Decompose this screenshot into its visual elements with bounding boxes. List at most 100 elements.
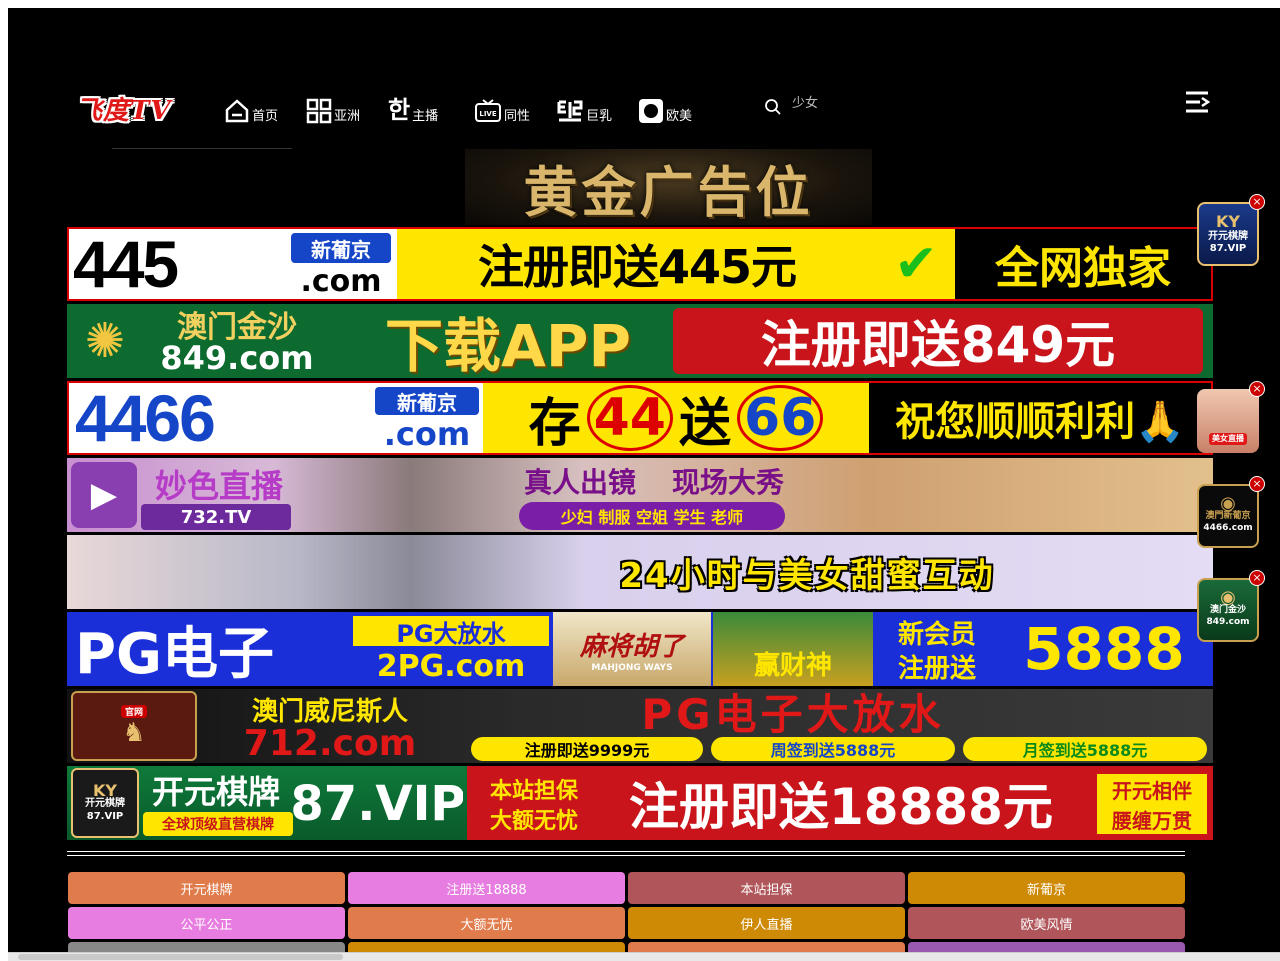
svg-text:LIVE: LIVE	[479, 110, 496, 118]
quick-link-label: 新葡京	[1026, 882, 1066, 898]
nav-item-western[interactable]: 欧美	[638, 88, 692, 124]
nav-item-big[interactable]: 巨乳	[556, 88, 612, 124]
quick-link-label: 本站担保	[740, 882, 793, 898]
nav-item-asia[interactable]: 亚洲	[306, 88, 360, 124]
hangul-icon: 한	[388, 96, 411, 124]
ad-banner-pg[interactable]: PG电子 PG大放水 2PG.com 麻将胡了 MAHJONG WAYS 赢财神…	[67, 612, 1213, 686]
ad-text: KY	[93, 780, 117, 800]
search-input[interactable]	[790, 90, 954, 116]
quick-link[interactable]: 本站担保	[628, 872, 905, 904]
mahjong-tile: 麻将胡了 MAHJONG WAYS	[553, 612, 711, 686]
ad-banner-4466[interactable]: 4466 新葡京 .com 存 44 送 66 祝您顺顺利利🙏	[67, 381, 1213, 455]
close-icon[interactable]: ×	[1249, 476, 1265, 492]
ad-text: 周签到送5888元	[711, 737, 955, 761]
search-icon[interactable]	[764, 98, 782, 116]
site-logo[interactable]: 飞度TV	[76, 90, 194, 130]
home-icon	[225, 99, 249, 123]
quick-link[interactable]: 大额无忧	[348, 907, 625, 939]
ad-text: 送	[679, 393, 732, 454]
float-ad-text: 澳門新葡京	[1205, 511, 1251, 521]
float-ad-sands[interactable]: ◉ 澳门金沙 849.com ×	[1197, 570, 1265, 642]
ad-text: 开元棋牌	[85, 797, 125, 809]
nav-item-anchor[interactable]: 한 主播	[388, 88, 438, 124]
ad-text: 妙色直播	[154, 467, 283, 504]
lion-icon: ♞	[122, 717, 146, 748]
ad-text: 全网独家	[955, 229, 1211, 299]
ad-text: 24小时与美女甜蜜互动	[619, 555, 995, 596]
float-ad-text: 4466.com	[1203, 523, 1253, 533]
float-ad-kaiyuan[interactable]: KY 开元棋牌 87.VIP ×	[1197, 194, 1265, 266]
ad-text: 月签到送5888元	[963, 737, 1207, 761]
close-icon[interactable]: ×	[1249, 381, 1265, 397]
logo-text: 飞度TV	[76, 96, 172, 126]
quick-link-label: 伊人直播	[740, 917, 793, 933]
ad-text: 开元相伴	[1097, 774, 1207, 804]
ad-text: 新会员	[897, 619, 976, 649]
gold-ad-banner[interactable]: 黄金广告位	[465, 149, 872, 225]
quick-link[interactable]: 欧美风情	[908, 907, 1185, 939]
nav-label: 首页	[252, 109, 279, 124]
ad-text: 2PG.com	[376, 648, 526, 684]
sun-icon: ✺	[84, 313, 126, 369]
ad-text: 全球顶级直营棋牌	[143, 812, 293, 836]
ad-text: 开元棋牌	[151, 773, 280, 810]
ad-text: 少妇 制服 空姐 学生 老师	[519, 502, 785, 530]
ad-text: 注册即送445元	[397, 229, 877, 299]
ad-text: 现场大秀	[671, 466, 784, 499]
float-ad-text: 849.com	[1206, 617, 1250, 627]
ad-text: 5888	[1023, 615, 1185, 683]
nav-label: 巨乳	[586, 109, 613, 124]
ad-banner-849[interactable]: ✺ 澳门金沙 849.com 下载APP 注册即送849元	[67, 304, 1213, 378]
ad-text: 存	[528, 393, 581, 454]
circle-square-icon	[639, 99, 663, 123]
ad-text: 腰缠万贯	[1097, 804, 1207, 834]
float-ad-text: 87.VIP	[1209, 243, 1247, 254]
ad-text: .com	[383, 415, 471, 453]
ad-text: 445	[73, 229, 179, 299]
nav-item-same-sex[interactable]: LIVE 同性	[474, 88, 530, 124]
ad-text: 712.com	[243, 725, 417, 761]
ad-text: PG电子	[75, 621, 275, 687]
menu-icon[interactable]	[1184, 90, 1212, 114]
float-ad-text: 开元棋牌	[1208, 231, 1248, 242]
ad-text: 澳门金沙	[177, 310, 297, 342]
live-tv-icon: LIVE	[475, 99, 501, 122]
nav-item-home[interactable]: 首页	[224, 88, 278, 124]
float-ad-lisboa[interactable]: ◉ 澳門新葡京 4466.com ×	[1197, 476, 1265, 548]
page-frame: 飞度TV 首页 亚洲 한 主播 LIVE 同性 巨乳 欧美 少女 黄金广告位 4…	[8, 8, 1280, 960]
ad-text: 赢财神	[713, 612, 873, 686]
quick-link[interactable]: 公平公正	[68, 907, 345, 939]
float-ad-live[interactable]: 美女直播 ×	[1197, 381, 1265, 453]
ad-banner-24h[interactable]: 24小时与美女甜蜜互动	[67, 535, 1213, 609]
ad-banner-87vip[interactable]: KY 开元棋牌 87.VIP 开元棋牌 87.VIP 全球顶级直营棋牌 本站担保…	[67, 766, 1213, 840]
ad-text: 官网	[120, 704, 147, 718]
header-divider	[160, 148, 292, 149]
check-icon: ✔	[877, 229, 955, 299]
quick-link[interactable]: 伊人直播	[628, 907, 905, 939]
quick-link[interactable]: 注册送18888	[348, 872, 625, 904]
ad-text: PG电子大放水	[641, 689, 945, 734]
nav-label: 同性	[504, 109, 531, 124]
ad-text: 732.TV	[141, 504, 291, 530]
ad-banner-712[interactable]: 官网 ♞ 澳门威尼斯人 712.com PG电子大放水 注册即送9999元 周签…	[67, 689, 1213, 763]
ad-text: 44	[586, 385, 673, 451]
nav-label: 亚洲	[334, 109, 361, 124]
ad-banner-445[interactable]: 445 新葡京 .com 注册即送445元 ✔ 全网独家	[67, 227, 1213, 301]
play-icon: ▶	[71, 462, 137, 528]
links-divider	[67, 851, 1185, 856]
quick-link[interactable]: 开元棋牌	[68, 872, 345, 904]
scrollbar-thumb[interactable]	[18, 954, 343, 960]
ad-text: 祝您顺顺利利🙏	[869, 383, 1211, 453]
ad-text: 大额无忧	[489, 809, 578, 834]
ad-text: 本站担保	[489, 779, 578, 804]
korean-icon	[557, 100, 583, 122]
quick-link-label: 注册送18888	[446, 882, 527, 898]
quick-link-label: 开元棋牌	[180, 882, 233, 898]
ad-text: 新葡京	[375, 387, 479, 415]
kaiyuan-logo: KY 开元棋牌 87.VIP	[71, 768, 139, 838]
close-icon[interactable]: ×	[1249, 194, 1265, 210]
quick-link[interactable]: 新葡京	[908, 872, 1185, 904]
close-icon[interactable]: ×	[1249, 570, 1265, 586]
ad-banner-732[interactable]: ▶ 妙色直播 732.TV 真人出镜 现场大秀 少妇 制服 空姐 学生 老师	[67, 458, 1213, 532]
ad-text: 注册送	[897, 653, 976, 683]
